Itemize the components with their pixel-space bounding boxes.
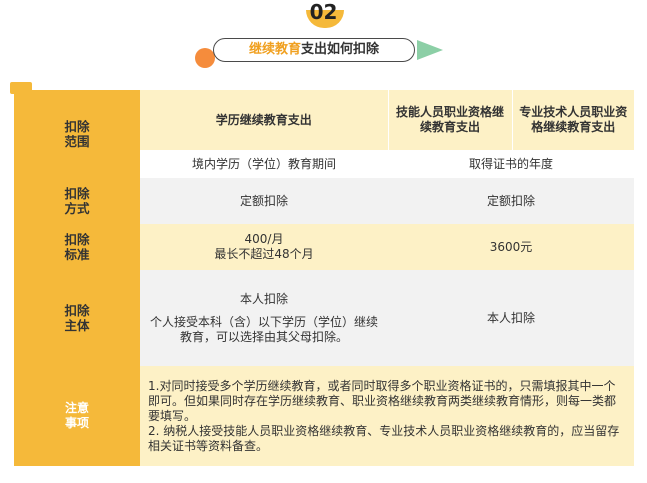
header-skill: 技能人员职业资格继续教育支出 [387,90,512,150]
note-2: 2. 纳税人接受技能人员职业资格继续教育、专业技术人员职业资格继续教育的，应当留… [148,423,620,453]
row-label-standard: 扣除 标准 [14,224,140,270]
subject-academic-parents: 个人接受本科（含）以下学历（学位）继续教育，可以选择由其父母扣除。 [150,314,379,344]
standard-academic-limit: 最长不超过48个月 [214,247,314,261]
scope-period-certificate: 取得证书的年度 [388,150,634,178]
section-number: 02 [309,0,338,24]
standard-certificate: 3600元 [388,224,634,270]
section-title: 继续教育支出如何扣除 [213,38,415,62]
header-academic: 学历继续教育支出 [140,90,388,150]
standard-academic-amount: 400/月 [244,232,284,246]
table-row: 注意 事项 1.对同时接受多个学历继续教育，或者同时取得多个职业资格证书的，只需… [14,366,634,466]
table-row: 扣除 范围 学历继续教育支出 技能人员职业资格继续教育支出 专业技术人员职业资格… [14,90,634,178]
title-highlight: 继续教育 [248,42,301,57]
row-label-method: 扣除 方式 [14,178,140,224]
table-row: 扣除 主体 本人扣除 个人接受本科（含）以下学历（学位）继续教育，可以选择由其父… [14,270,634,366]
section-badge: 02 [0,0,647,34]
subject-academic: 本人扣除 个人接受本科（含）以下学历（学位）继续教育，可以选择由其父母扣除。 [140,270,388,366]
standard-academic: 400/月 最长不超过48个月 [140,224,388,270]
subject-certificate: 本人扣除 [388,270,634,366]
method-academic: 定额扣除 [140,178,388,224]
title-rest: 支出如何扣除 [301,42,380,57]
arrow-triangle-icon [417,40,443,60]
row-label-scope: 扣除 范围 [14,90,140,178]
table-row: 扣除 标准 400/月 最长不超过48个月 3600元 [14,224,634,270]
note-1: 1.对同时接受多个学历继续教育，或者同时取得多个职业资格证书的，只需填报其中一个… [148,378,617,423]
header-professional: 专业技术人员职业资格继续教育支出 [511,90,634,150]
row-label-notes: 注意 事项 [14,366,140,466]
decorative-dot [195,48,215,68]
method-certificate: 定额扣除 [388,178,634,224]
subject-academic-self: 本人扣除 [239,291,288,306]
section-title-banner: 继续教育支出如何扣除 [195,36,455,68]
table-row: 扣除 方式 定额扣除 定额扣除 [14,178,634,224]
notes-content: 1.对同时接受多个学历继续教育，或者同时取得多个职业资格证书的，只需填报其中一个… [140,366,634,466]
deduction-table: 扣除 范围 学历继续教育支出 技能人员职业资格继续教育支出 专业技术人员职业资格… [14,90,634,466]
row-label-subject: 扣除 主体 [14,270,140,366]
scope-period-academic: 境内学历（学位）教育期间 [140,150,388,178]
